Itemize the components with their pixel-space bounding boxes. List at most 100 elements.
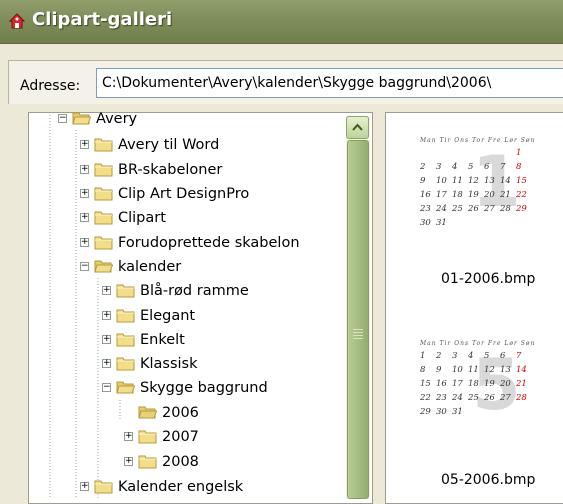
address-field[interactable]: C:\Dokumenter\Avery\kalender\Skygge bagg… <box>96 68 563 98</box>
folder-icon <box>94 138 113 152</box>
calendar-day: 17 <box>452 379 463 389</box>
calendar-day: 12 <box>484 365 495 375</box>
calendar-day: 26 <box>468 204 479 214</box>
tree-item-label: Avery til Word <box>118 137 220 153</box>
folder-icon <box>138 455 157 469</box>
folder-open-icon <box>138 406 157 419</box>
calendar-day: 25 <box>468 393 479 403</box>
calendar-day: 1 <box>516 148 522 158</box>
tree-item-label: Elegant <box>140 308 196 324</box>
preview-filename[interactable]: 01-2006.bmp <box>441 271 535 287</box>
calendar-day: 30 <box>436 407 447 417</box>
calendar-day: 7 <box>500 162 506 172</box>
collapse-icon[interactable]: − <box>58 114 67 123</box>
calendar-day: 11 <box>468 365 479 375</box>
expand-icon[interactable]: + <box>80 140 89 149</box>
expand-icon[interactable]: + <box>102 335 111 344</box>
calendar-day: 5 <box>468 162 474 172</box>
calendar-day: 30 <box>420 218 431 228</box>
expand-icon[interactable]: + <box>102 311 111 320</box>
calendar-week-row: 8 9 10 11 12 13 14 <box>420 365 560 375</box>
tree-item-label: Skygge baggrund <box>140 380 268 396</box>
calendar-day: 29 <box>516 204 527 214</box>
tree-item-label: 2006 <box>162 405 199 421</box>
expand-icon[interactable]: + <box>80 165 89 174</box>
calendar-week-row: 9 10 11 12 13 14 15 <box>420 176 560 186</box>
calendar-day: 2 <box>436 351 442 361</box>
calendar-day: 9 <box>420 176 426 186</box>
expand-icon[interactable]: + <box>80 189 89 198</box>
collapse-icon[interactable]: − <box>102 383 111 392</box>
tree-item-label: BR-skabeloner <box>118 162 223 178</box>
calendar-day: 5 <box>484 351 490 361</box>
calendar-week-row: 30 31 <box>420 218 560 228</box>
folder-open-icon <box>94 260 113 273</box>
scroll-grip <box>353 338 363 339</box>
calendar-thumbnail[interactable]: Man Tir Ons Tor Fre Lør Søn 1 1 2 3 4 5 6 7 8 9 10 1… <box>420 137 560 228</box>
calendar-thumbnail[interactable]: Man Tir Ons Tor Fre Lør Søn 5 1 2 3 4 5 6 7 8 9 10 1… <box>420 340 560 426</box>
calendar-day: 22 <box>420 393 431 403</box>
calendar-day: 16 <box>436 379 447 389</box>
calendar-week-row: 1 <box>420 148 560 158</box>
calendar-day: 11 <box>452 176 463 186</box>
calendar-day: 7 <box>516 351 522 361</box>
calendar-day: 10 <box>452 365 463 375</box>
calendar-day: 14 <box>500 176 511 186</box>
folder-icon <box>116 309 135 323</box>
calendar-day: 24 <box>436 204 447 214</box>
calendar-day: 3 <box>436 162 442 172</box>
expand-icon[interactable]: + <box>80 213 89 222</box>
tree-item-label: kalender <box>118 259 182 275</box>
calendar-day: 10 <box>436 176 447 186</box>
expand-icon[interactable]: + <box>102 286 111 295</box>
calendar-day: 15 <box>516 176 527 186</box>
calendar-week-row: 2345678 <box>420 162 560 172</box>
tree-item-label: Kalender engelsk <box>118 479 244 495</box>
calendar-day: 29 <box>420 407 431 417</box>
expand-icon[interactable]: + <box>124 432 133 441</box>
window-titlebar[interactable]: Clipart-galleri <box>0 0 563 44</box>
calendar-day: 18 <box>452 190 463 200</box>
calendar-week-row: 23 24 25 26 27 28 29 <box>420 204 560 214</box>
preview-filename[interactable]: 05-2006.bmp <box>441 472 535 488</box>
tree-item-label: 2007 <box>162 429 199 445</box>
scroll-grip <box>353 329 363 330</box>
folder-icon <box>116 284 135 298</box>
tree-item-label: 2008 <box>162 454 199 470</box>
expand-icon[interactable]: + <box>124 457 133 466</box>
folder-icon <box>94 211 113 225</box>
scroll-grip <box>353 335 363 336</box>
address-label: Adresse: <box>20 78 81 94</box>
calendar-day: 3 <box>452 351 458 361</box>
calendar-day: 21 <box>500 190 511 200</box>
calendar-day: 20 <box>500 379 511 389</box>
tree-item-label: Blå-rød ramme <box>140 283 249 299</box>
calendar-day: 27 <box>484 204 495 214</box>
calendar-week-row: 15 16 17 18 19 20 21 <box>420 379 560 389</box>
calendar-day: 4 <box>468 351 474 361</box>
tree-item-label: Klassisk <box>140 356 198 372</box>
expand-icon[interactable]: + <box>80 238 89 247</box>
folder-icon <box>94 480 113 494</box>
scroll-grip <box>353 332 363 333</box>
collapse-icon[interactable]: − <box>80 262 89 271</box>
expand-icon[interactable]: + <box>102 359 111 368</box>
folder-icon <box>138 430 157 444</box>
folder-icon <box>116 333 135 347</box>
calendar-day: 22 <box>516 190 527 200</box>
calendar-day: 16 <box>420 190 431 200</box>
calendar-day: 23 <box>420 204 431 214</box>
folder-open-icon <box>116 381 135 394</box>
expand-icon[interactable]: + <box>80 482 89 491</box>
scroll-up-button[interactable] <box>346 116 369 139</box>
tree-item-label: Enkelt <box>140 332 185 348</box>
calendar-day: 13 <box>484 176 495 186</box>
calendar-week-row: 1234567 <box>420 351 560 361</box>
tree-item-label: Clipart <box>118 210 166 226</box>
calendar-day: 8 <box>516 162 522 172</box>
scroll-thumb[interactable] <box>347 140 369 499</box>
folder-icon <box>94 163 113 177</box>
calendar-day: 19 <box>484 379 495 389</box>
calendar-day: 26 <box>484 393 495 403</box>
calendar-day: 1 <box>420 351 426 361</box>
